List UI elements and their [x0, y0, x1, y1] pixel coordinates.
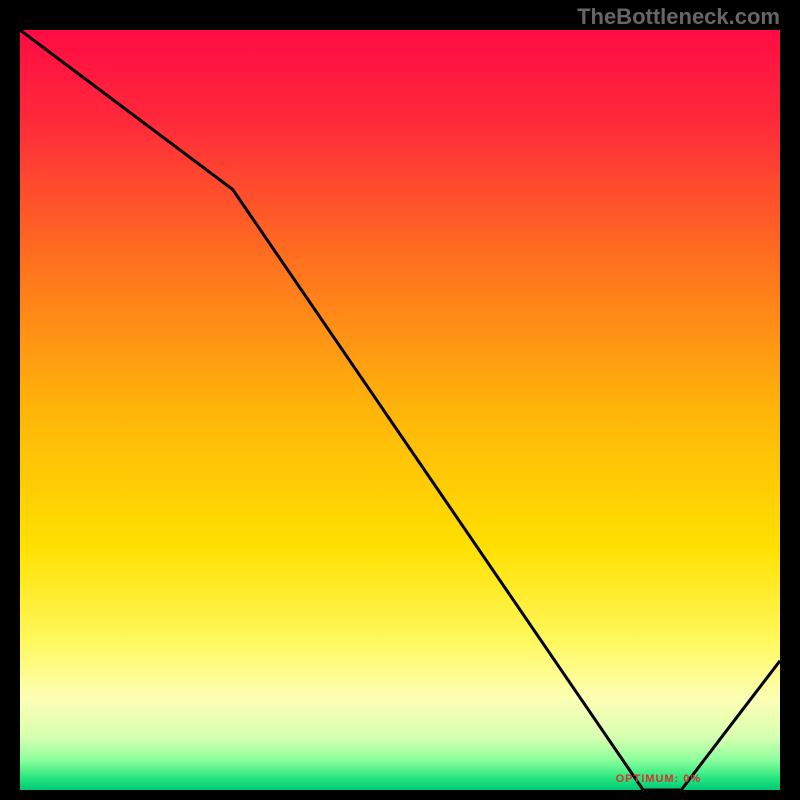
- chart-background: [20, 30, 780, 790]
- bottleneck-chart: OPTIMUM: 0%: [20, 30, 780, 790]
- optimum-label: OPTIMUM: 0%: [616, 773, 702, 785]
- attribution-text: TheBottleneck.com: [577, 4, 780, 30]
